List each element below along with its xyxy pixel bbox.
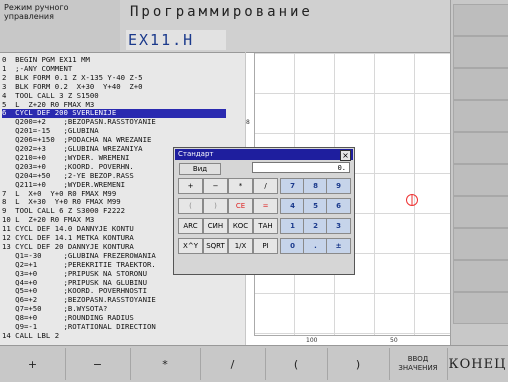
calc-key[interactable]: ( — [178, 198, 203, 214]
vertical-softkey-7[interactable] — [453, 196, 508, 228]
calc-key[interactable]: / — [253, 178, 278, 194]
calc-key[interactable]: ) — [203, 198, 228, 214]
vertical-softkey-8[interactable] — [453, 228, 508, 260]
calc-key[interactable]: − — [203, 178, 228, 194]
vertical-softkey-3[interactable] — [453, 68, 508, 100]
vertical-softkey-9[interactable] — [453, 260, 508, 292]
softkey-enter-value[interactable]: ВВОД ЗНАЧЕНИЯ — [389, 348, 448, 380]
calc-key[interactable]: ТАН — [253, 218, 278, 234]
calc-key[interactable]: ± — [326, 238, 351, 254]
page-title: Программирование — [130, 4, 313, 20]
ruler-v-label: 8 — [246, 119, 250, 126]
view-menu-button[interactable]: Вид — [179, 163, 221, 175]
calculator-window: Стандарт × Вид 0. + − */7 8 9 () CE = 4 5 6 ARC СИН К… — [173, 147, 355, 275]
tool-position-marker-icon — [406, 194, 418, 206]
calc-key[interactable]: CE — [228, 198, 253, 214]
vertical-softkey-4[interactable] — [453, 100, 508, 132]
file-name-box: EX11.H — [126, 30, 226, 50]
close-icon[interactable]: × — [340, 150, 351, 161]
calc-key[interactable]: КОС — [228, 218, 253, 234]
calc-key[interactable]: ARC — [178, 218, 203, 234]
calc-key[interactable]: 1/X — [228, 238, 253, 254]
vertical-softkey-10[interactable] — [453, 292, 508, 324]
calc-key[interactable]: * — [228, 178, 253, 194]
vertical-softkey-2[interactable] — [453, 36, 508, 68]
program-header: Программирование EX11.H — [120, 0, 450, 52]
softkey-plus[interactable]: + — [0, 348, 66, 380]
mode-label-line-2: управления — [4, 12, 54, 21]
calc-key[interactable]: . — [303, 238, 328, 254]
calc-key[interactable]: 8 — [303, 178, 328, 194]
calc-key[interactable]: PI — [253, 238, 278, 254]
calculator-display: 0. — [252, 162, 350, 173]
vertical-softkey-6[interactable] — [453, 164, 508, 196]
calc-key[interactable]: X^Y — [178, 238, 203, 254]
mode-label-line-1: Режим ручного — [4, 3, 69, 12]
softkey-multiply[interactable]: * — [130, 348, 201, 380]
ruler-h-label: 100 — [306, 337, 318, 344]
calc-key[interactable]: 9 — [326, 178, 351, 194]
calc-key[interactable]: 4 — [280, 198, 305, 214]
calc-key[interactable]: 3 — [326, 218, 351, 234]
softkey-minus[interactable]: − — [65, 348, 131, 380]
vertical-softkey-bar — [450, 0, 508, 345]
calc-key[interactable]: СИН — [203, 218, 228, 234]
softkey-bar: + − * / ( ) ВВОД ЗНАЧЕНИЯ КОНЕЦ — [0, 345, 508, 382]
calc-key[interactable]: 5 — [303, 198, 328, 214]
file-name: EX11.H — [128, 31, 195, 49]
vertical-softkey-5[interactable] — [453, 132, 508, 164]
softkey-open-paren[interactable]: ( — [265, 348, 328, 380]
calc-key[interactable]: 6 — [326, 198, 351, 214]
calc-key[interactable]: 0 — [280, 238, 305, 254]
softkey-divide[interactable]: / — [200, 348, 266, 380]
calc-key[interactable]: SQRT — [203, 238, 228, 254]
softkey-close-paren[interactable]: ) — [327, 348, 390, 380]
calc-key[interactable]: 7 — [280, 178, 305, 194]
calculator-title: Стандарт — [178, 150, 214, 158]
vertical-softkey-1[interactable] — [453, 4, 508, 36]
operating-mode-label: Режим ручного управления — [0, 0, 120, 52]
program-line[interactable]: 14 CALL LBL 2 — [2, 331, 59, 341]
calc-key[interactable]: = — [253, 198, 278, 214]
calculator-title-bar[interactable]: Стандарт × — [175, 149, 353, 161]
softkey-end[interactable]: КОНЕЦ — [447, 348, 508, 380]
calc-key[interactable]: 2 — [303, 218, 328, 234]
calc-key[interactable]: 1 — [280, 218, 305, 234]
ruler-h-label: 50 — [390, 337, 398, 344]
calc-key[interactable]: + — [178, 178, 203, 194]
